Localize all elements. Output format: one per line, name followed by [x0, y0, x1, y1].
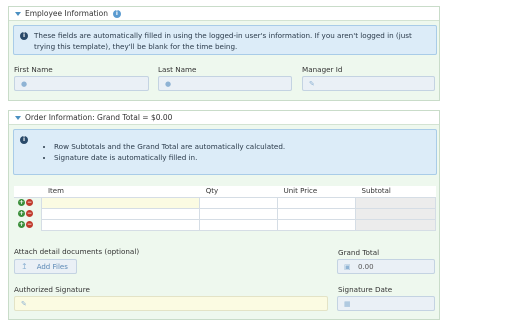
qty-cell[interactable]	[199, 218, 279, 231]
column-header-unit-price: Unit Price	[277, 186, 356, 198]
signature-field[interactable]: ✎	[14, 296, 328, 311]
order-info-list: Row Subtotals and the Grand Total are au…	[54, 141, 285, 163]
signature-date-label: Signature Date	[338, 285, 393, 294]
row-actions: + −	[14, 208, 42, 219]
row-actions: + −	[14, 219, 42, 230]
item-cell[interactable]	[41, 218, 201, 231]
grand-total-field: ▣ 0.00	[337, 259, 435, 274]
employee-info-text: These fields are automatically filled in…	[34, 31, 412, 51]
subtotal-cell	[355, 207, 436, 220]
subtotal-cell	[355, 218, 436, 231]
collapse-caret-icon[interactable]	[15, 115, 21, 120]
line-items-table: Item Qty Unit Price Subtotal + − + − + −	[14, 186, 436, 231]
add-files-button[interactable]: ↥ Add Files	[14, 259, 77, 274]
add-row-icon[interactable]: +	[18, 221, 25, 228]
item-cell[interactable]	[41, 207, 201, 220]
unit-price-cell[interactable]	[277, 218, 357, 231]
order-info-item: Row Subtotals and the Grand Total are au…	[54, 141, 285, 152]
table-header-actions	[14, 186, 42, 198]
column-header-qty: Qty	[199, 186, 278, 198]
order-section-title: Order Information: Grand Total = $0.00	[25, 113, 173, 122]
qty-cell[interactable]	[199, 196, 279, 209]
add-row-icon[interactable]: +	[18, 210, 25, 217]
grand-total-value: 0.00	[358, 263, 374, 271]
table-row: + −	[14, 196, 436, 209]
manager-id-label: Manager Id	[302, 65, 343, 74]
add-row-icon[interactable]: +	[18, 199, 25, 207]
grand-total-label: Grand Total	[338, 248, 380, 257]
order-info-item: Signature date is automatically filled i…	[54, 152, 285, 163]
table-header-row: Item Qty Unit Price Subtotal	[14, 186, 436, 198]
employee-section-title: Employee Information	[25, 9, 108, 18]
remove-row-icon[interactable]: −	[26, 199, 33, 207]
manager-id-field[interactable]: ✎	[302, 76, 435, 91]
row-actions: + −	[14, 197, 42, 208]
attach-label: Attach detail documents (optional)	[14, 247, 140, 256]
column-header-subtotal: Subtotal	[355, 186, 436, 198]
table-row: + −	[14, 218, 436, 231]
edit-icon: ✎	[309, 80, 315, 88]
first-name-label: First Name	[14, 65, 53, 74]
user-icon: ●	[21, 80, 28, 88]
item-cell[interactable]	[41, 196, 201, 209]
calendar-icon: ▦	[344, 300, 351, 308]
table-row: + −	[14, 207, 436, 220]
money-icon: ▣	[344, 263, 351, 271]
upload-icon: ↥	[21, 262, 28, 271]
signature-label: Authorized Signature	[14, 285, 90, 294]
user-icon: ●	[165, 80, 172, 88]
first-name-field[interactable]: ●	[14, 76, 149, 91]
employee-info-box: i These fields are automatically filled …	[13, 25, 437, 55]
qty-cell[interactable]	[199, 207, 279, 220]
last-name-label: Last Name	[158, 65, 197, 74]
order-section-header[interactable]: Order Information: Grand Total = $0.00	[9, 111, 439, 125]
remove-row-icon[interactable]: −	[26, 210, 33, 217]
signature-date-field[interactable]: ▦	[337, 296, 435, 311]
unit-price-cell[interactable]	[277, 196, 357, 209]
collapse-caret-icon[interactable]	[15, 11, 21, 16]
unit-price-cell[interactable]	[277, 207, 357, 220]
column-header-item: Item	[41, 186, 200, 198]
info-icon: i	[20, 32, 28, 40]
info-icon[interactable]: i	[112, 9, 121, 18]
last-name-field[interactable]: ●	[158, 76, 292, 91]
employee-section-header[interactable]: Employee Information i	[9, 7, 439, 21]
subtotal-cell	[355, 196, 436, 209]
order-info-box: i Row Subtotals and the Grand Total are …	[13, 129, 437, 175]
info-icon: i	[20, 136, 28, 144]
pencil-icon: ✎	[21, 300, 27, 308]
add-files-label: Add Files	[36, 262, 68, 271]
remove-row-icon[interactable]: −	[26, 221, 33, 228]
